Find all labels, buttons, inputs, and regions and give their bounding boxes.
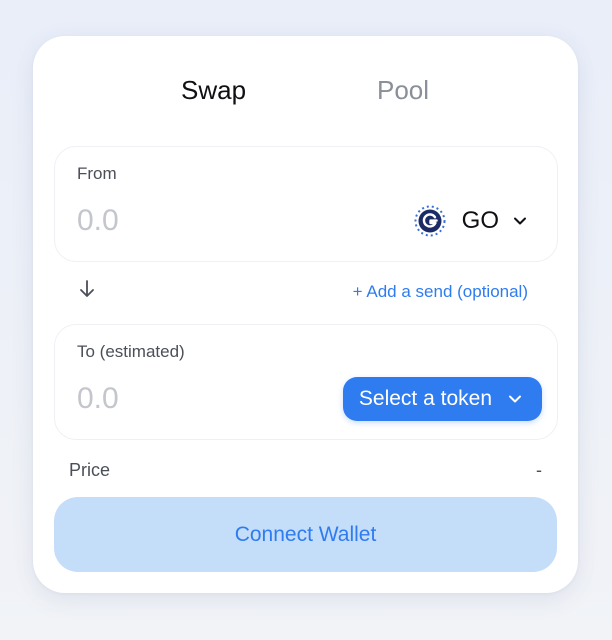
gochain-logo-icon: [414, 205, 446, 237]
from-amount-input[interactable]: 0.0: [77, 203, 119, 239]
tab-swap[interactable]: Swap: [181, 72, 246, 108]
tab-bar: Swap Pool: [33, 72, 578, 108]
from-label: From: [77, 164, 117, 183]
from-panel: From 0.0 GO: [54, 146, 558, 262]
select-token-label: Select a token: [358, 387, 492, 410]
add-send-link[interactable]: + Add a send (optional): [353, 282, 528, 302]
chevron-down-icon: [509, 395, 521, 403]
price-row: Price -: [69, 460, 542, 484]
from-token-symbol: GO: [461, 207, 499, 234]
to-amount-input[interactable]: 0.0: [77, 381, 119, 417]
arrow-down-icon[interactable]: [77, 277, 97, 301]
connect-wallet-button[interactable]: Connect Wallet: [54, 497, 557, 572]
price-label: Price: [69, 460, 111, 480]
swap-middle-row: + Add a send (optional): [33, 276, 578, 306]
tab-pool[interactable]: Pool: [377, 72, 429, 108]
to-panel: To (estimated) 0.0 Select a token: [54, 324, 558, 440]
select-token-button[interactable]: Select a token: [342, 377, 542, 421]
to-label: To (estimated): [77, 342, 185, 361]
price-value: -: [536, 460, 542, 480]
chevron-down-icon: [514, 217, 526, 225]
swap-card: Swap Pool From 0.0 GO + Add a send (opti…: [33, 36, 578, 593]
from-token-selector[interactable]: GO: [414, 203, 527, 239]
